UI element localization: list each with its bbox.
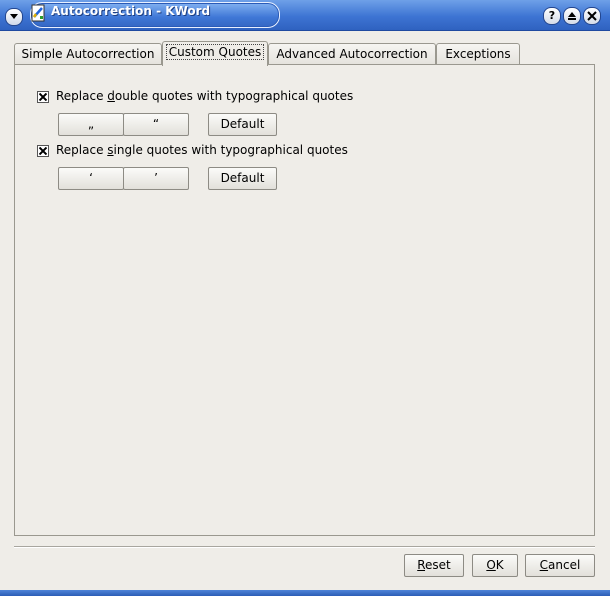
reset-button[interactable]: Reset — [404, 554, 464, 577]
cancel-button[interactable]: Cancel — [525, 554, 595, 577]
shade-icon — [568, 12, 576, 20]
tab-advanced-autocorrection[interactable]: Advanced Autocorrection — [268, 43, 436, 65]
help-button[interactable]: ? — [543, 7, 561, 25]
close-icon — [587, 11, 597, 21]
double-quotes-label: Replace double quotes with typographical… — [56, 89, 354, 103]
double-default-button[interactable]: Default — [208, 113, 277, 136]
chevron-down-icon — [10, 14, 18, 19]
tab-simple-autocorrection[interactable]: Simple Autocorrection — [14, 43, 162, 65]
double-open-quote-button[interactable]: „ — [58, 113, 124, 136]
single-quotes-label: Replace single quotes with typographical… — [56, 143, 348, 157]
double-close-quote-button[interactable]: “ — [123, 113, 189, 136]
tab-label: Exceptions — [445, 47, 511, 61]
check-mark-icon — [39, 93, 47, 101]
tab-custom-quotes[interactable]: Custom Quotes — [162, 41, 268, 66]
checkbox-box[interactable] — [37, 145, 49, 157]
window-title: Autocorrection - KWord — [51, 4, 211, 18]
single-default-button[interactable]: Default — [208, 167, 277, 190]
tab-exceptions[interactable]: Exceptions — [436, 43, 520, 65]
tab-label: Custom Quotes — [165, 44, 265, 60]
single-close-quote-button[interactable]: ’ — [123, 167, 189, 190]
window-menu-button[interactable] — [5, 8, 23, 26]
ok-button[interactable]: OK — [472, 554, 518, 577]
check-mark-icon — [39, 147, 47, 155]
kword-app-icon — [31, 4, 45, 22]
tab-label: Advanced Autocorrection — [276, 47, 428, 61]
single-open-quote-button[interactable]: ‘ — [58, 167, 124, 190]
title-bar[interactable]: Autocorrection - KWord ? — [0, 0, 610, 31]
checkbox-box[interactable] — [37, 91, 49, 103]
footer-separator — [14, 546, 595, 548]
shade-button[interactable] — [563, 7, 581, 25]
dialog-window: Autocorrection - KWord ? Simple Autocorr… — [0, 0, 610, 596]
window-bottom-border[interactable] — [0, 590, 610, 596]
close-button[interactable] — [583, 7, 601, 25]
tab-label: Simple Autocorrection — [21, 47, 155, 61]
